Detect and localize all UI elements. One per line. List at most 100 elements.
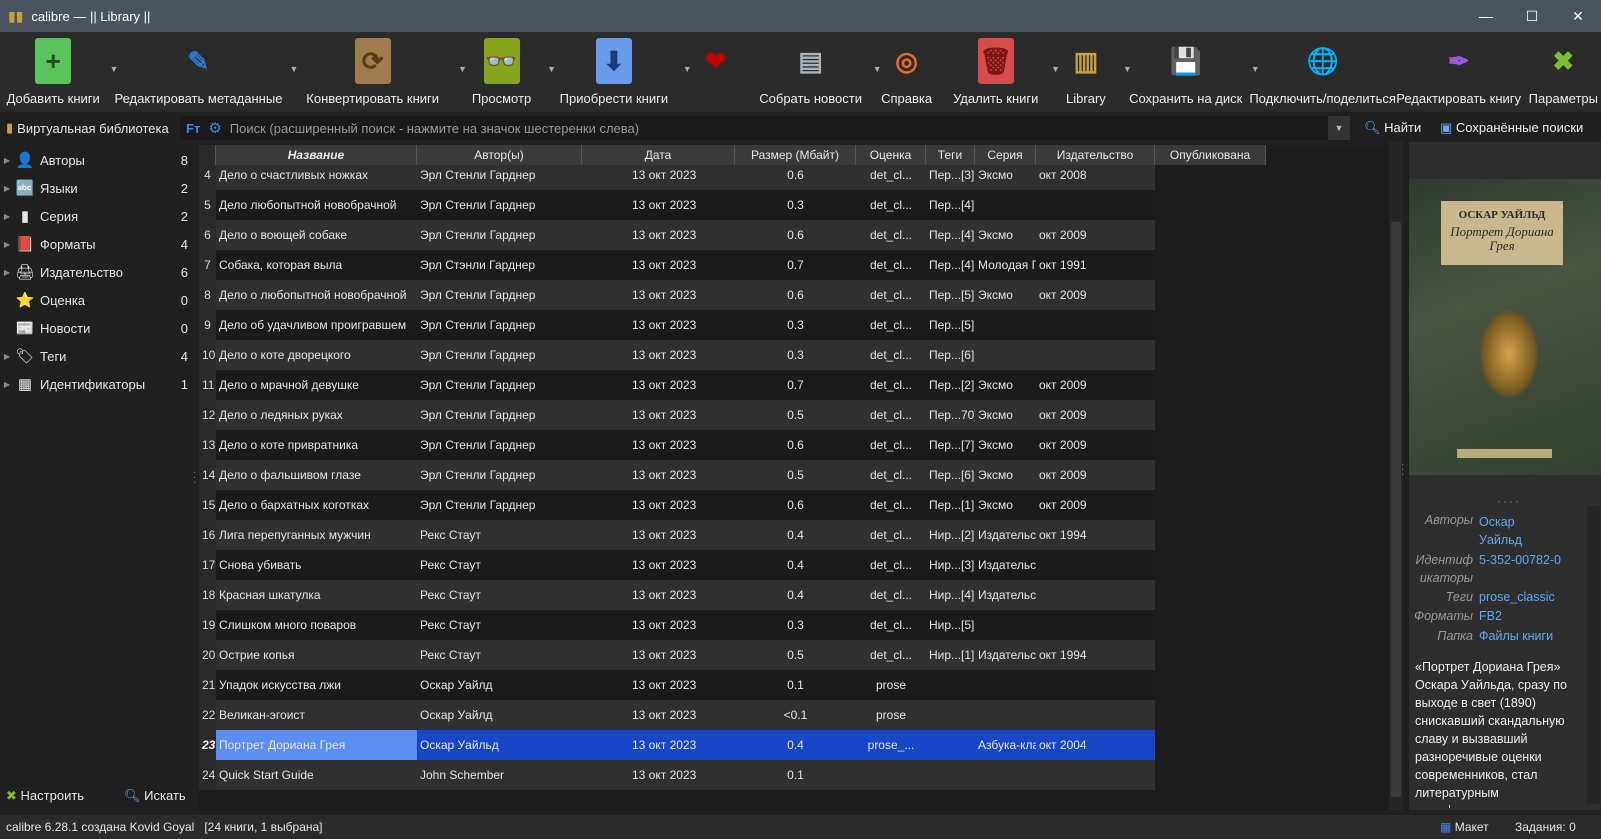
expand-arrow-icon[interactable]: ▶ xyxy=(0,240,14,249)
tag-find-button[interactable]: 🔍︎ Искать xyxy=(124,788,186,804)
table-row[interactable]: 23 Портрет Дориана Грея Оскар Уайльд 13 окт… xyxy=(199,730,1155,760)
close-button[interactable]: ✕ xyxy=(1555,0,1601,32)
expand-arrow-icon[interactable]: ▶ xyxy=(0,184,14,193)
table-row[interactable]: 11 Дело о мрачной девушке Эрл Стенли Гардн… xyxy=(199,370,1155,400)
category-icon: ⭐ xyxy=(15,292,35,309)
toolbar-button-1[interactable]: ✎ Редактировать метаданные ▼ xyxy=(112,32,298,110)
cell-size: 0.7 xyxy=(787,258,804,272)
table-row[interactable]: 8 Дело о любопытной новобрачной Эрл Стенли… xyxy=(199,280,1155,310)
table-row[interactable]: 19 Слишком много поваров Рекс Стаут 13 окт … xyxy=(199,610,1155,640)
category-label: Теги xyxy=(40,348,67,364)
cell-date: 13 окт 2023 xyxy=(632,468,697,482)
cell-series: Издательская фир... xyxy=(978,648,1036,662)
expand-arrow-icon[interactable]: ▶ xyxy=(0,212,14,221)
expand-arrow-icon[interactable]: ▶ xyxy=(0,268,14,277)
table-row[interactable]: 15 Дело о бархатных коготках Эрл Стенли Га… xyxy=(199,490,1155,520)
formats-link[interactable]: FB2 xyxy=(1479,609,1502,623)
expand-arrow-icon[interactable]: ▶ xyxy=(0,380,14,389)
search-history-dropdown[interactable]: ▼ xyxy=(1328,116,1350,140)
table-row[interactable]: 22 Великан-эгоист Оскар Уайлд 13 окт 2023 <0… xyxy=(199,700,1155,730)
authors-link[interactable]: Оскар Уайльд xyxy=(1479,513,1549,549)
table-row[interactable]: 17 Снова убивать Рекс Стаут 13 окт 2023 0.4 d… xyxy=(199,550,1155,580)
toolbar-button-2[interactable]: ⟳ Конвертировать книги ▼ xyxy=(292,32,467,110)
category-count: 2 xyxy=(180,208,188,224)
tag-browser-item-1[interactable]: ▶ 🔤 Языки 2 xyxy=(0,174,194,202)
column-header-6[interactable]: Серия xyxy=(975,145,1036,165)
table-row[interactable]: 9 Дело об удачливом проигравшем Эрл Стенли… xyxy=(199,310,1155,340)
full-text-search-icon[interactable]: Fт xyxy=(186,121,200,136)
find-button[interactable]: 🔍︎ Найти xyxy=(1364,120,1421,136)
column-header-2[interactable]: Дата xyxy=(582,145,735,165)
table-row[interactable]: 24 Quick Start Guide John Schember 13 окт 2… xyxy=(199,760,1155,790)
toolbar-button-0[interactable]: + Добавить книги ▼ xyxy=(2,32,118,110)
column-header-5[interactable]: Теги xyxy=(926,145,975,165)
tag-browser-item-0[interactable]: ▶ 👤 Авторы 8 xyxy=(0,146,194,174)
cell-title: Дело о любопытной новобрачной xyxy=(219,288,407,302)
cell-rating: prose xyxy=(875,708,907,722)
splitter-dots[interactable]: ···· xyxy=(1497,494,1521,508)
toolbar-button-3[interactable]: 👓 Просмотр ▼ xyxy=(461,32,556,110)
layout-label: Макет xyxy=(1454,820,1489,834)
toolbar-button-10[interactable]: 💾 Сохранить на диск ▼ xyxy=(1126,32,1260,110)
table-row[interactable]: 20 Острие копья Рекс Стаут 13 окт 2023 0.5 de… xyxy=(199,640,1155,670)
search-input[interactable]: Поиск (расширенный поиск - нажмите на зн… xyxy=(230,121,639,136)
splitter-handle[interactable]: · · · xyxy=(1401,460,1404,480)
toolbar-button-7[interactable]: ◎ Справка xyxy=(876,32,938,110)
details-scrollbar[interactable] xyxy=(1587,506,1600,804)
layout-button[interactable]: ▦ Макет xyxy=(1440,820,1489,834)
gear-icon[interactable]: ⚙ xyxy=(208,119,221,137)
toolbar-button-5[interactable]: ❤ xyxy=(686,32,746,110)
jobs-indicator[interactable]: Задания: 0 xyxy=(1515,820,1576,834)
column-header-3[interactable]: Размер (Мбайт) xyxy=(735,145,856,165)
minimize-button[interactable]: — xyxy=(1463,0,1509,32)
tags-link[interactable]: prose_classic xyxy=(1479,590,1555,604)
column-header-0[interactable]: Название xyxy=(216,145,417,165)
toolbar-button-12[interactable]: ✒ Редактировать книгу xyxy=(1396,32,1521,110)
column-header-4[interactable]: Оценка xyxy=(856,145,926,165)
table-row[interactable]: 18 Красная шкатулка Рекс Стаут 13 окт 2023 0… xyxy=(199,580,1155,610)
table-row[interactable]: 21 Упадок искусства лжи Оскар Уайлд 13 окт … xyxy=(199,670,1155,700)
tag-browser-item-6[interactable]: 📰 Новости 0 xyxy=(0,314,194,342)
toolbar-button-9[interactable]: ▥ Library ▼ xyxy=(1054,32,1132,110)
expand-arrow-icon[interactable]: ▶ xyxy=(0,352,14,361)
scrollbar-thumb[interactable] xyxy=(1391,222,1401,797)
book-cover[interactable]: ОСКАР УАЙЛЬД Портрет Дориана Грея xyxy=(1409,179,1601,475)
tag-browser-item-4[interactable]: ▶ 🖨 Издательство 6 xyxy=(0,258,194,286)
tag-browser-item-3[interactable]: ▶ 📕 Форматы 4 xyxy=(0,230,194,258)
saved-searches-button[interactable]: ▣ Сохранённые поиски xyxy=(1440,120,1583,136)
category-label: Форматы xyxy=(40,236,96,252)
table-row[interactable]: 13 Дело о коте привратника Эрл Стенли Гард… xyxy=(199,430,1155,460)
cell-number: 16 xyxy=(199,520,216,550)
table-row[interactable]: 6 Дело о воющей собаке Эрл Стенли Гарднер 1… xyxy=(199,220,1155,250)
column-header-1[interactable]: Автор(ы) xyxy=(417,145,582,165)
table-row[interactable]: 7 Собака, которая выла Эрл Стэнли Гарднер 1… xyxy=(199,250,1155,280)
table-row[interactable]: 12 Дело о ледяных руках Эрл Стенли Гарднер… xyxy=(199,400,1155,430)
tag-browser-item-2[interactable]: ▶ ▮ Серия 2 xyxy=(0,202,194,230)
folder-link[interactable]: Файлы книги xyxy=(1479,629,1553,643)
cell-date: 13 окт 2023 xyxy=(632,408,697,422)
virtual-library-button[interactable]: ▮ Виртуальная библиотека xyxy=(6,120,176,136)
column-header-7[interactable]: Издательство xyxy=(1036,145,1155,165)
toolbar-button-4[interactable]: ⬇ Приобрести книги ▼ xyxy=(550,32,692,110)
toolbar-button-13[interactable]: ✖Параметры▼ xyxy=(1526,32,1601,110)
table-row[interactable]: 10 Дело о коте дворецкого Эрл Стенли Гардн… xyxy=(199,340,1155,370)
toolbar-button-6[interactable]: ▤ Собрать новости ▼ xyxy=(754,32,881,110)
tag-browser-item-7[interactable]: ▶ 🏷 Теги 4 xyxy=(0,342,194,370)
toolbar-button-8[interactable]: 🗑 Удалить книги ▼ xyxy=(946,32,1060,110)
search-box[interactable]: Fт ⚙ Поиск (расширенный поиск - нажмите … xyxy=(180,116,1350,140)
configure-button[interactable]: ✖ Настроить xyxy=(6,788,84,804)
maximize-button[interactable]: ☐ xyxy=(1509,0,1555,32)
tag-browser-item-5[interactable]: ⭐ Оценка 0 xyxy=(0,286,194,314)
column-header-8[interactable]: Опубликована xyxy=(1155,145,1266,165)
cell-rating: det_cl... xyxy=(869,588,913,602)
expand-arrow-icon[interactable]: ▶ xyxy=(0,156,14,165)
tag-browser-item-8[interactable]: ▶ ▦ Идентификаторы 1 xyxy=(0,370,194,398)
table-row[interactable]: 16 Лига перепуганных мужчин Рекс Стаут 13 о… xyxy=(199,520,1155,550)
row-number-header xyxy=(199,145,216,165)
table-row[interactable]: 14 Дело о фальшивом глазе Эрл Стенли Гардн… xyxy=(199,460,1155,490)
splitter-handle[interactable]: · · · xyxy=(193,468,196,488)
toolbar-button-11[interactable]: 🌐 Подключить/поделиться xyxy=(1249,32,1396,110)
table-row[interactable]: 5 Дело любопытной новобрачной Эрл Стенли Г… xyxy=(199,190,1155,220)
toolbar-label-10: Сохранить на диск xyxy=(1129,91,1243,106)
identifiers-link[interactable]: 5-352-00782-0 xyxy=(1479,551,1569,569)
